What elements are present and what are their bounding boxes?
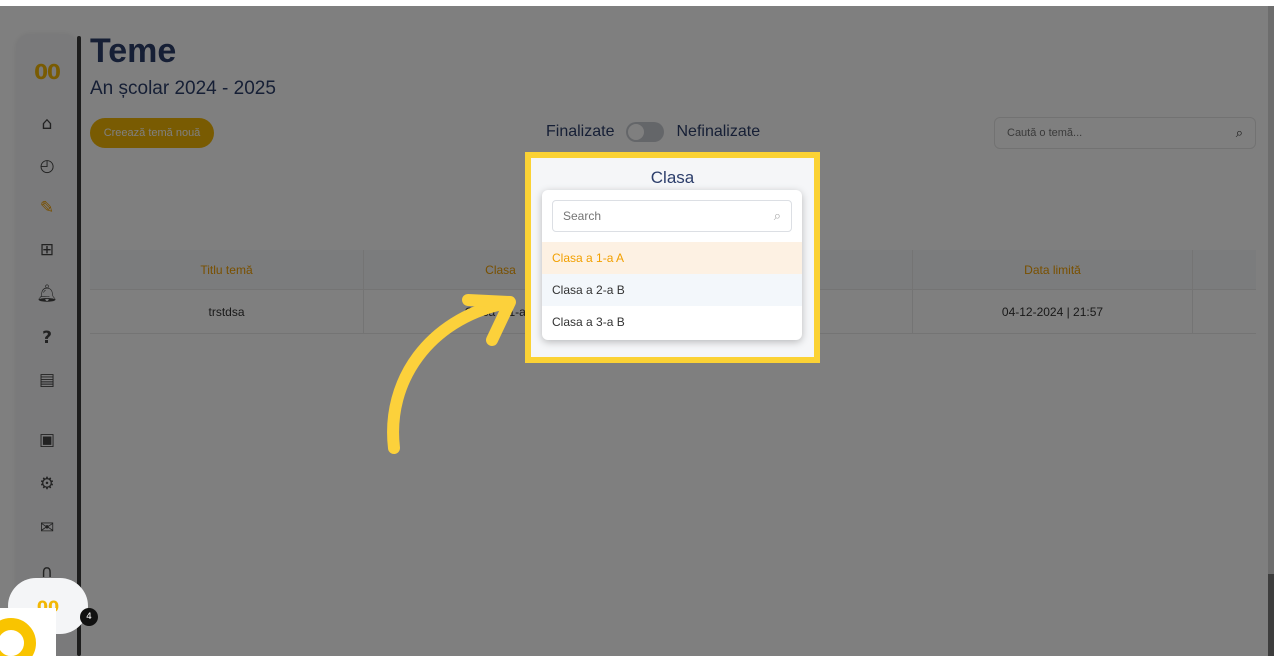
dropdown-search-input[interactable]: [563, 209, 774, 223]
scrollbar-thumb[interactable]: [1268, 6, 1274, 574]
class-dropdown: ⌕ Clasa a 1-a A Clasa a 2-a B Clasa a 3-…: [542, 190, 802, 340]
dropdown-search-box: ⌕: [552, 200, 792, 232]
dropdown-option[interactable]: Clasa a 1-a A: [542, 242, 802, 274]
corner-brand-logo: [0, 608, 56, 656]
dropdown-option[interactable]: Clasa a 2-a B: [542, 274, 802, 306]
pointer-arrow-icon: [387, 294, 516, 454]
notification-badge: 4: [80, 608, 98, 626]
class-filter-popup: Clasa ⌕ Clasa a 1-a A Clasa a 2-a B Clas…: [525, 152, 820, 363]
class-filter-title: Clasa: [650, 168, 695, 187]
dropdown-option[interactable]: Clasa a 3-a B: [542, 306, 802, 338]
search-icon: ⌕: [773, 208, 781, 224]
